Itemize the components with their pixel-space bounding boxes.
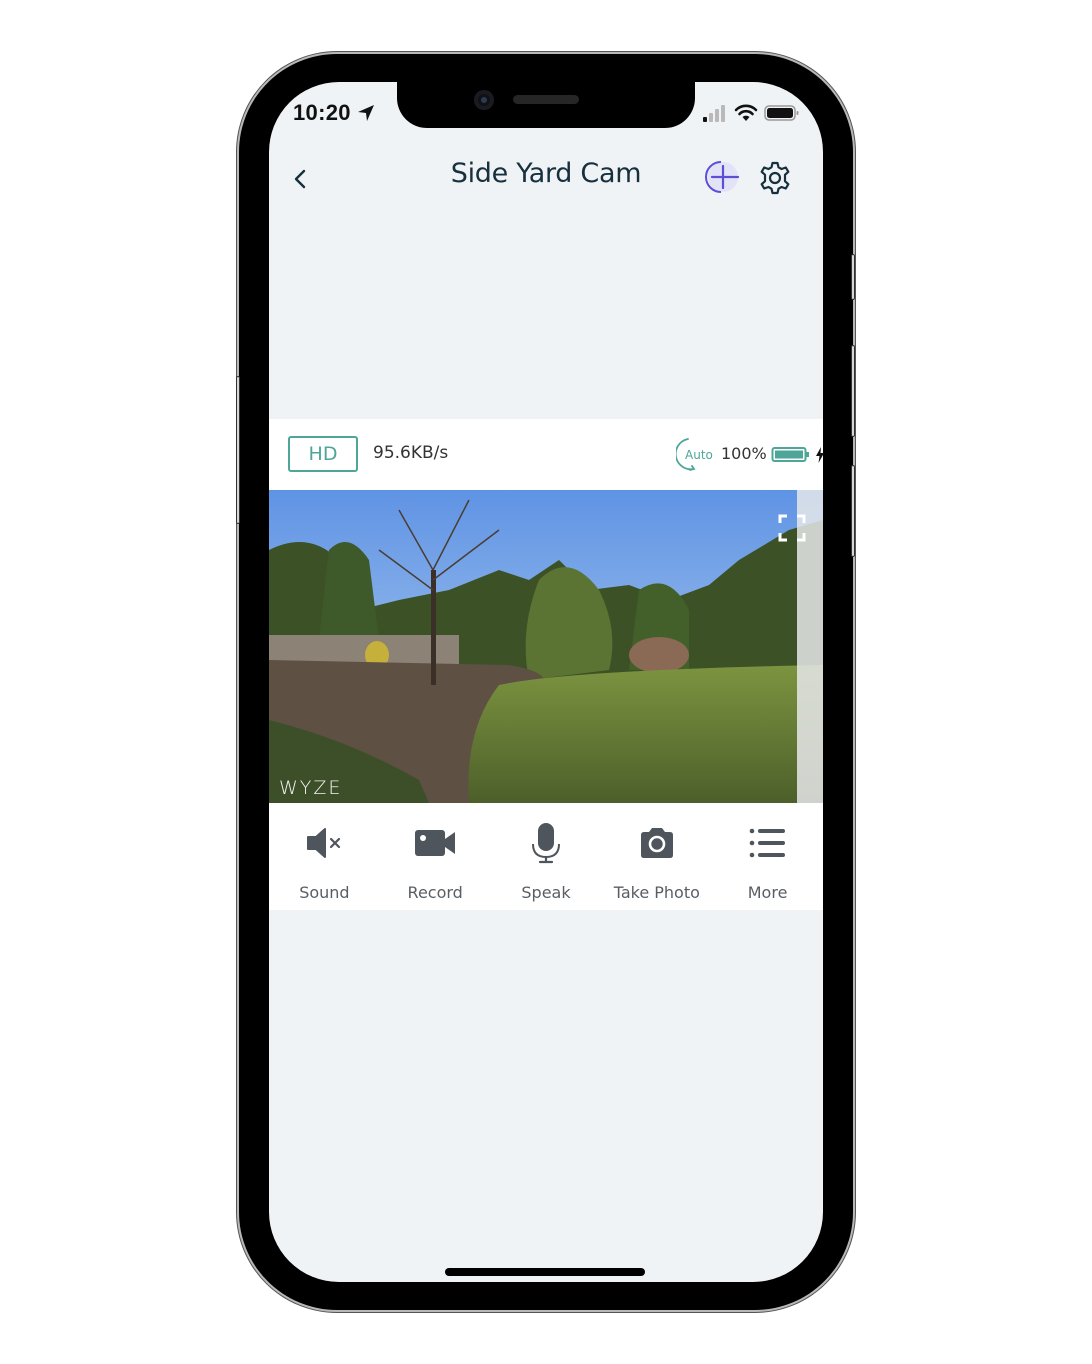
cellular-signal-icon [703,105,725,122]
status-time-text: 10:20 [293,100,351,125]
take-photo-label: Take Photo [613,883,700,902]
side-button [851,465,855,557]
camera-battery [771,445,824,465]
sound-button[interactable]: Sound [269,803,380,910]
yard-scene-image [269,490,823,803]
sound-label: Sound [299,883,350,902]
wyze-watermark: WYZE [279,777,343,799]
battery-full-icon [771,447,809,462]
gear-icon [760,161,790,195]
home-indicator[interactable] [445,1268,645,1276]
action-button [236,376,240,524]
battery-status-icon [764,105,799,121]
add-circle-icon [705,161,740,193]
location-arrow-icon [357,105,374,121]
status-time: 10:20 [293,100,375,126]
take-photo-button[interactable]: Take Photo [601,803,712,910]
volume-down-button [851,345,855,437]
quality-toggle-button[interactable]: HD [288,436,358,472]
settings-button[interactable] [757,160,793,196]
front-camera [474,90,494,110]
earpiece-speaker [513,95,579,104]
wifi-icon [734,104,758,121]
list-icon [749,828,785,858]
volume-up-button [851,254,855,300]
camera-controls: Sound Record Speak Take Photo More [269,803,823,910]
charging-bolt-icon [816,447,824,463]
record-label: Record [407,883,463,902]
night-vision-auto-button[interactable]: Auto [676,436,716,472]
record-button[interactable]: Record [380,803,491,910]
camera-icon [640,828,673,858]
speak-label: Speak [521,883,571,902]
more-button[interactable]: More [712,803,823,910]
speak-button[interactable]: Speak [491,803,602,910]
speaker-muted-icon [307,828,341,858]
live-video-feed[interactable]: WYZE [269,490,823,803]
page-title: Side Yard Cam [450,158,642,189]
video-camera-icon [415,830,456,856]
notch [397,80,695,128]
fullscreen-icon [778,514,806,542]
battery-percent: 100% [721,444,767,463]
microphone-icon [531,823,560,864]
status-indicators [702,104,800,122]
add-button[interactable] [704,158,742,196]
more-label: More [747,883,788,902]
fullscreen-button[interactable] [778,514,806,542]
night-mode-label: Auto [685,448,713,462]
stream-info-bar: HD 95.6KB/s Auto 100% [269,419,824,490]
stream-speed: 95.6KB/s [373,443,449,463]
